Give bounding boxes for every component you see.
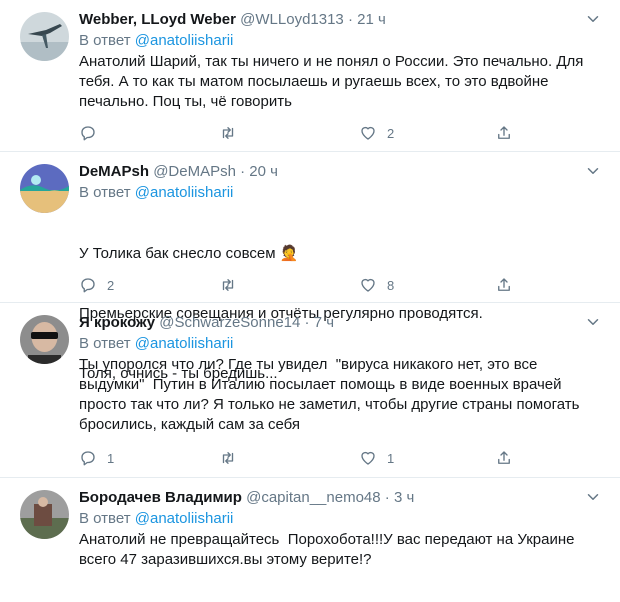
action-bar: 2 xyxy=(79,122,519,144)
retweet-button[interactable] xyxy=(219,274,247,296)
retweet-button[interactable] xyxy=(219,447,247,469)
separator-dot: · xyxy=(240,163,246,180)
chevron-down-icon[interactable] xyxy=(584,162,602,180)
heart-icon xyxy=(361,278,375,292)
avatar[interactable] xyxy=(20,12,69,61)
reply-icon xyxy=(81,278,95,293)
avatar[interactable] xyxy=(20,164,69,213)
tweet-header: Бородачев Владимир @capitan__nemo48 · 3 … xyxy=(79,488,604,508)
facepalm-emoji-icon: 🤦 xyxy=(279,245,299,262)
mention-link[interactable]: @anatoliisharii xyxy=(135,510,234,527)
mention-link[interactable]: @anatoliisharii xyxy=(135,184,234,201)
tweet-text: Ты упоролся что ли? Где ты увидел "вирус… xyxy=(79,356,584,433)
separator-dot: · xyxy=(304,314,310,331)
retweet-icon xyxy=(222,127,234,139)
heart-icon xyxy=(361,126,375,140)
action-bar: 2 8 xyxy=(79,274,519,296)
share-button[interactable] xyxy=(495,122,513,144)
share-button[interactable] xyxy=(495,274,513,296)
avatar[interactable] xyxy=(20,490,69,539)
share-icon xyxy=(498,126,510,139)
retweet-icon xyxy=(222,279,234,291)
chevron-down-icon[interactable] xyxy=(584,10,602,28)
author-handle[interactable]: @WLLoyd1313 xyxy=(240,11,344,28)
separator-dot: · xyxy=(347,11,353,28)
like-count: 1 xyxy=(387,450,395,466)
mention-link[interactable]: @anatoliisharii xyxy=(135,335,234,352)
author-name[interactable]: Бородачев Владимир xyxy=(79,489,242,506)
reply-context: В ответ @anatoliisharii xyxy=(79,509,604,529)
reply-button[interactable] xyxy=(79,122,107,144)
tweet[interactable]: Бородачев Владимир @capitan__nemo48 · 3 … xyxy=(0,478,620,602)
chevron-down-icon[interactable] xyxy=(584,488,602,506)
timestamp[interactable]: 21 ч xyxy=(357,11,386,28)
reply-context: В ответ @anatoliisharii xyxy=(79,183,604,203)
reply-prefix: В ответ xyxy=(79,32,131,49)
retweet-icon xyxy=(222,452,234,464)
tweet-header: DeMAPsh @DeMAPsh · 20 ч xyxy=(79,162,604,182)
reply-button[interactable]: 2 xyxy=(79,274,114,296)
tweet[interactable]: Webber, LLoyd Weber @WLLoyd1313 · 21 ч В… xyxy=(0,0,620,152)
tweet-text-line: У Толика бак снесло совсем xyxy=(79,245,276,262)
reply-prefix: В ответ xyxy=(79,510,131,527)
chevron-down-icon[interactable] xyxy=(584,313,602,331)
reply-count: 1 xyxy=(107,450,115,466)
reply-context: В ответ @anatoliisharii xyxy=(79,31,604,51)
like-button[interactable]: 2 xyxy=(359,122,394,144)
reply-count: 2 xyxy=(107,277,115,293)
author-handle[interactable]: @SchwarzeSonne14 xyxy=(159,314,300,331)
share-button[interactable] xyxy=(495,447,513,469)
separator-dot: · xyxy=(384,489,390,506)
like-count: 2 xyxy=(387,125,395,141)
reply-context: В ответ @anatoliisharii xyxy=(79,334,604,354)
like-button[interactable]: 1 xyxy=(359,447,394,469)
avatar[interactable] xyxy=(20,315,69,364)
reply-prefix: В ответ xyxy=(79,184,131,201)
author-handle[interactable]: @DeMAPsh xyxy=(153,163,236,180)
mention-link[interactable]: @anatoliisharii xyxy=(135,32,234,49)
retweet-button[interactable] xyxy=(219,122,247,144)
tweet-header: Webber, LLoyd Weber @WLLoyd1313 · 21 ч xyxy=(79,10,604,30)
heart-icon xyxy=(361,451,375,465)
timestamp[interactable]: 20 ч xyxy=(249,163,278,180)
tweet-header: Я крокожу @SchwarzeSonne14 · 7 ч xyxy=(79,313,604,333)
share-icon xyxy=(498,278,510,291)
reply-button[interactable]: 1 xyxy=(79,447,114,469)
like-count: 8 xyxy=(387,277,395,293)
tweet-text: Анатолий Шарий, так ты ничего и не понял… xyxy=(79,53,588,110)
timestamp[interactable]: 3 ч xyxy=(394,489,414,506)
author-name[interactable]: DeMAPsh xyxy=(79,163,149,180)
tweet[interactable]: Я крокожу @SchwarzeSonne14 · 7 ч В ответ… xyxy=(0,303,620,478)
author-handle[interactable]: @capitan__nemo48 xyxy=(246,489,381,506)
author-name[interactable]: Webber, LLoyd Weber xyxy=(79,11,236,28)
action-bar: 1 1 xyxy=(79,447,519,469)
reply-prefix: В ответ xyxy=(79,335,131,352)
tweet-text: Анатолий не превращайтесь Порохобота!!!У… xyxy=(79,531,579,568)
share-icon xyxy=(498,451,510,464)
reply-icon xyxy=(81,451,95,466)
reply-icon xyxy=(81,126,95,141)
tweet[interactable]: DeMAPsh @DeMAPsh · 20 ч В ответ @anatoli… xyxy=(0,152,620,382)
timestamp[interactable]: 7 ч xyxy=(314,314,334,331)
author-name[interactable]: Я крокожу xyxy=(79,314,155,331)
like-button[interactable]: 8 xyxy=(359,274,394,296)
